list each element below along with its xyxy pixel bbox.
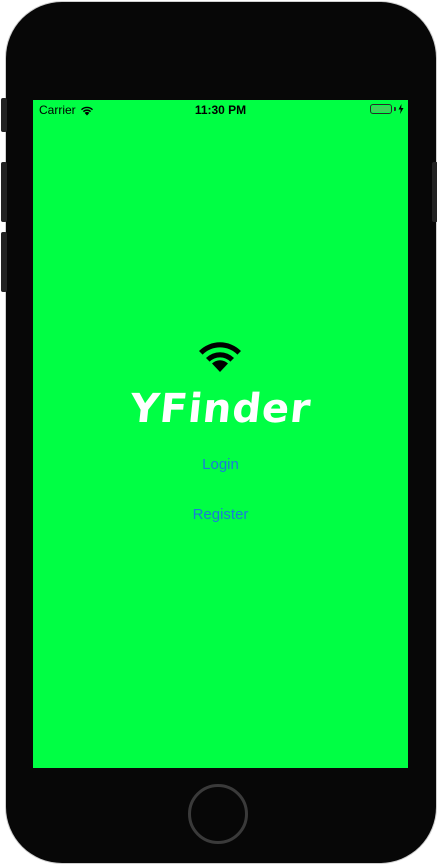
app-screen: Carrier 11:30 PM YFinder Login Register — [33, 100, 408, 768]
volume-up-button — [1, 162, 7, 222]
status-time: 11:30 PM — [194, 103, 247, 117]
status-bar: Carrier 11:30 PM — [33, 100, 408, 120]
mute-switch — [1, 98, 7, 132]
wifi-icon — [199, 342, 241, 372]
app-title: YFinder — [127, 386, 314, 432]
battery-group — [370, 104, 404, 114]
register-button[interactable]: Register — [33, 506, 408, 523]
battery-icon — [370, 104, 392, 114]
battery-tip — [394, 107, 396, 111]
bolt-icon — [398, 104, 404, 114]
power-button — [432, 162, 437, 222]
home-button[interactable] — [188, 784, 248, 844]
volume-down-button — [1, 232, 7, 292]
login-button[interactable]: Login — [33, 456, 408, 473]
